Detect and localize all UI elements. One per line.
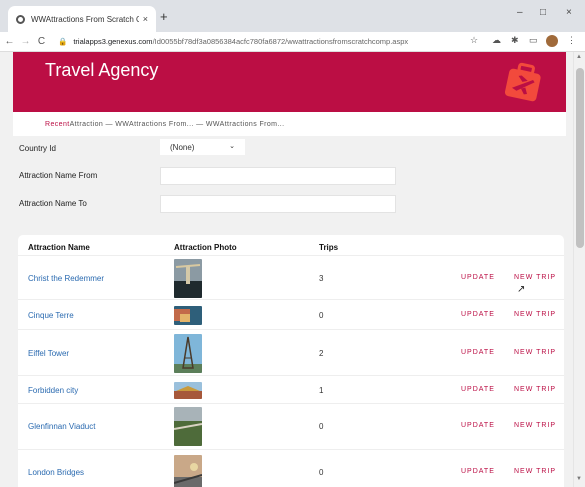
attractions-grid: Attraction Name Attraction Photo Trips C… [18, 235, 564, 487]
trips-count: 3 [319, 274, 324, 283]
update-button[interactable]: UPDATE [461, 386, 495, 393]
back-button[interactable]: ← [3, 36, 16, 47]
minimize-button[interactable]: – [517, 7, 523, 18]
reload-button[interactable]: C [35, 36, 48, 47]
trips-count: 2 [319, 349, 324, 358]
maximize-button[interactable]: □ [540, 7, 546, 18]
attraction-name-link[interactable]: Glenfinnan Viaduct [28, 422, 95, 431]
update-button[interactable]: UPDATE [461, 311, 495, 318]
table-row: Cinque Terre 0 UPDATE NEW TRIP [18, 299, 564, 329]
new-trip-button[interactable]: NEW TRIP [514, 274, 556, 281]
eiffel-photo [174, 334, 202, 373]
attraction-name-link[interactable]: Christ the Redemmer [28, 274, 104, 283]
attraction-name-to-input[interactable] [160, 195, 396, 213]
table-row: London Bridges 0 UPDATE NEW TRIP [18, 449, 564, 487]
brand-title: Travel Agency [45, 60, 159, 80]
menu-icon[interactable]: ⋮ [567, 35, 576, 46]
table-row: Christ the Redemmer 3 UPDATE NEW TRIP [18, 255, 564, 299]
attraction-name-link[interactable]: Forbidden city [28, 386, 78, 395]
attraction-name-link[interactable]: London Bridges [28, 468, 84, 477]
attraction-name-to-label: Attraction Name To [19, 199, 87, 208]
chevron-down-icon: ⌄ [229, 143, 235, 150]
page-content: Travel Agency Recent Attraction — WWAttr… [0, 52, 573, 487]
forward-button[interactable]: → [19, 36, 32, 47]
new-trip-button[interactable]: NEW TRIP [514, 311, 556, 318]
country-id-select[interactable]: (None) ⌄ [160, 139, 245, 155]
new-trip-button[interactable]: NEW TRIP [514, 386, 556, 393]
app-header: Travel Agency [13, 52, 566, 112]
scroll-up-icon[interactable]: ▲ [576, 54, 582, 60]
new-trip-button[interactable]: NEW TRIP [514, 349, 556, 356]
country-id-value: (None) [170, 142, 195, 152]
url-field[interactable]: 🔒 trialapps3.genexus.com/Id0055bf78df3a0… [58, 37, 408, 46]
trips-count: 0 [319, 468, 324, 477]
star-icon[interactable]: ☆ [470, 35, 478, 46]
column-header-photo: Attraction Photo [174, 243, 237, 252]
breadcrumb-trail[interactable]: Attraction — WWAttractions From... — WWA… [70, 121, 285, 128]
table-row: Glenfinnan Viaduct 0 UPDATE NEW TRIP [18, 403, 564, 449]
new-trip-button[interactable]: NEW TRIP [514, 422, 556, 429]
breadcrumb: Recent Attraction — WWAttractions From..… [13, 112, 566, 136]
christ-photo [174, 259, 202, 298]
url-path: /Id0055bf78df3a0856384acfc780fa6872/wwat… [152, 37, 409, 46]
browser-tab[interactable]: WWAttractions From Scratch Co × [8, 6, 156, 32]
suitcase-plane-icon [504, 62, 541, 102]
update-button[interactable]: UPDATE [461, 468, 495, 475]
trips-count: 0 [319, 311, 324, 320]
browser-tab-strip: WWAttractions From Scratch Co × + – □ × [0, 0, 585, 32]
attraction-name-link[interactable]: Eiffel Tower [28, 349, 69, 358]
lock-icon: 🔒 [58, 37, 68, 46]
url-host: trialapps3.genexus.com [73, 37, 153, 46]
breadcrumb-recent-link[interactable]: Recent [45, 121, 70, 128]
new-tab-button[interactable]: + [160, 9, 168, 24]
mouse-cursor-icon: ↗ [517, 284, 526, 295]
attraction-name-link[interactable]: Cinque Terre [28, 311, 74, 320]
update-button[interactable]: UPDATE [461, 422, 495, 429]
scrollbar-thumb[interactable] [576, 68, 584, 248]
column-header-trips: Trips [319, 243, 339, 252]
london-photo [174, 455, 202, 487]
table-row: Eiffel Tower 2 UPDATE NEW TRIP [18, 329, 564, 375]
table-row: Forbidden city 1 UPDATE NEW TRIP [18, 375, 564, 403]
column-header-name: Attraction Name [28, 243, 90, 252]
glenfinnan-photo [174, 407, 202, 446]
close-window-button[interactable]: × [566, 7, 572, 18]
update-button[interactable]: UPDATE [461, 274, 495, 281]
trips-count: 1 [319, 386, 324, 395]
puzzle-icon[interactable]: ✱ [511, 35, 519, 46]
country-id-label: Country Id [19, 144, 56, 153]
cinque-photo [174, 306, 202, 325]
tab-title: WWAttractions From Scratch Co [31, 14, 139, 24]
attraction-name-from-input[interactable] [160, 167, 396, 185]
globe-icon [16, 14, 25, 24]
trips-count: 0 [319, 422, 324, 431]
cast-icon[interactable]: ▭ [529, 35, 538, 46]
forbidden-photo [174, 382, 202, 399]
new-trip-button[interactable]: NEW TRIP [514, 468, 556, 475]
scroll-down-icon[interactable]: ▼ [576, 476, 582, 482]
attraction-name-from-label: Attraction Name From [19, 171, 98, 180]
page-scrollbar[interactable]: ▲ ▼ [573, 52, 585, 487]
tab-close-icon[interactable]: × [143, 14, 148, 24]
profile-avatar[interactable] [546, 35, 558, 47]
cloud-icon[interactable]: ☁ [492, 35, 501, 46]
update-button[interactable]: UPDATE [461, 349, 495, 356]
